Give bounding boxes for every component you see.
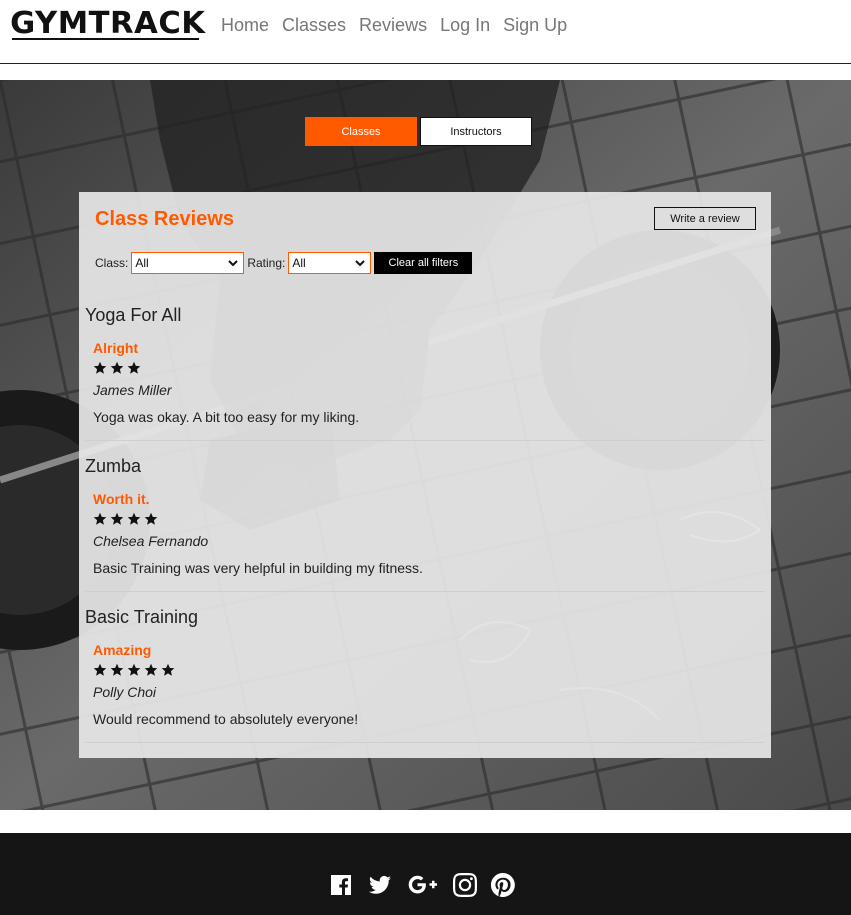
google-plus-icon[interactable] — [407, 873, 439, 897]
review-author: Chelsea Fernando — [93, 533, 209, 549]
rating-filter-value: All — [292, 256, 306, 270]
divider — [85, 742, 765, 743]
divider — [85, 591, 765, 592]
class-name: Zumba — [85, 456, 142, 476]
divider — [85, 440, 765, 441]
review-title: Amazing — [93, 642, 152, 658]
class-filter-value: All — [135, 256, 149, 270]
star-icon — [127, 663, 141, 676]
chevron-down-icon — [355, 260, 366, 267]
logo[interactable]: GYMTRACK — [10, 9, 205, 39]
review-body: Would recommend to absolutely everyone! — [93, 711, 359, 727]
nav-reviews[interactable]: Reviews — [359, 14, 427, 36]
view-toggle: Classes Instructors — [305, 117, 532, 146]
star-rating — [93, 663, 175, 677]
review-title: Alright — [93, 340, 139, 356]
star-icon — [144, 663, 158, 676]
social-links — [329, 873, 515, 897]
chevron-down-icon — [228, 260, 239, 267]
star-icon — [127, 361, 141, 374]
class-name: Basic Training — [85, 607, 199, 627]
clear-filters-button[interactable]: Clear all filters — [374, 252, 473, 274]
tab-classes[interactable]: Classes — [305, 117, 417, 146]
review-body: Basic Training was very helpful in build… — [93, 560, 423, 576]
main-nav: Home Classes Reviews Log In Sign Up — [221, 14, 567, 36]
star-icon — [144, 512, 158, 525]
site-header: GYMTRACK Home Classes Reviews Log In Sig… — [0, 0, 851, 64]
star-icon — [110, 512, 124, 525]
class-filter-label: Class: — [95, 256, 129, 270]
star-icon — [110, 663, 124, 676]
review-item: Zumba Worth it. Chelsea Fernando Basic T… — [79, 455, 771, 606]
rating-filter-select[interactable]: All — [288, 252, 372, 274]
star-icon — [110, 361, 124, 374]
facebook-icon[interactable] — [329, 873, 353, 897]
tab-instructors[interactable]: Instructors — [420, 117, 532, 146]
twitter-icon[interactable] — [367, 873, 393, 897]
filter-bar: Class: All Rating: All Clear all filters — [95, 252, 473, 274]
review-item: Basic Training Amazing Polly Choi Would … — [79, 606, 771, 757]
class-name: Yoga For All — [85, 305, 182, 325]
nav-home[interactable]: Home — [221, 14, 269, 36]
nav-classes[interactable]: Classes — [282, 14, 346, 36]
star-icon — [93, 512, 107, 525]
star-icon — [93, 361, 107, 374]
star-icon — [93, 663, 107, 676]
star-icon — [127, 512, 141, 525]
write-review-button[interactable]: Write a review — [654, 207, 756, 230]
logo-underline — [12, 38, 199, 40]
nav-signup[interactable]: Sign Up — [503, 14, 567, 36]
review-author: Polly Choi — [93, 684, 157, 700]
site-footer — [0, 833, 851, 915]
reviews-panel: Class Reviews Write a review Class: All … — [79, 192, 771, 758]
pinterest-icon[interactable] — [491, 873, 515, 897]
star-rating — [93, 512, 158, 526]
review-body: Yoga was okay. A bit too easy for my lik… — [93, 409, 360, 425]
rating-filter-label: Rating: — [247, 256, 286, 270]
instagram-icon[interactable] — [453, 873, 477, 897]
nav-login[interactable]: Log In — [440, 14, 490, 36]
hero-section: Classes Instructors Class Reviews Write … — [0, 80, 851, 810]
star-icon — [161, 663, 175, 676]
class-filter-select[interactable]: All — [131, 252, 245, 274]
review-list: Yoga For All Alright James Miller Yoga w… — [79, 304, 771, 757]
review-author: James Miller — [93, 382, 172, 398]
review-title: Worth it. — [93, 491, 150, 507]
star-rating — [93, 361, 141, 375]
review-item: Yoga For All Alright James Miller Yoga w… — [79, 304, 771, 455]
page-title: Class Reviews — [95, 208, 234, 230]
